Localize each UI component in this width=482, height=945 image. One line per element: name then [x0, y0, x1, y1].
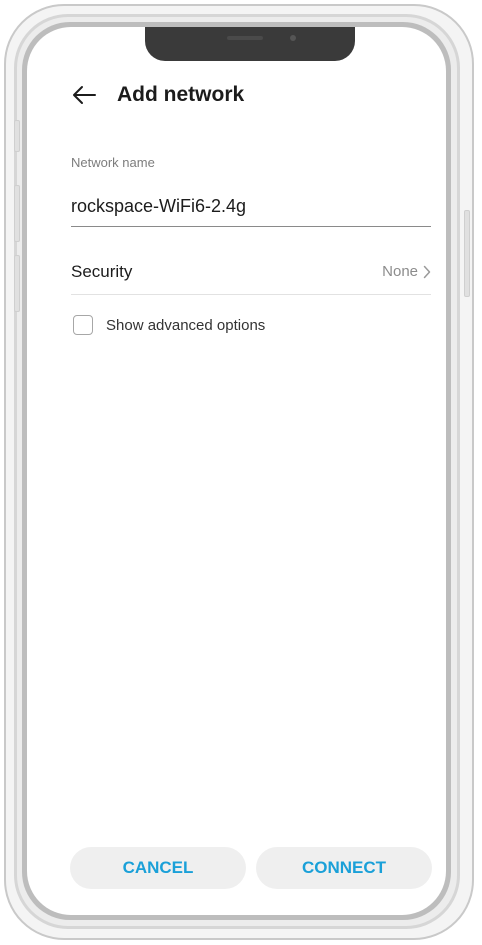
speaker-grille	[227, 36, 263, 40]
checkbox-unchecked-icon[interactable]	[73, 315, 93, 335]
security-value: None	[382, 263, 418, 280]
advanced-options-label: Show advanced options	[106, 316, 266, 334]
connect-button[interactable]: CONNECT	[256, 847, 432, 889]
page-title: Add network	[117, 83, 245, 106]
front-camera-icon	[290, 35, 296, 41]
notch	[145, 27, 355, 61]
network-name-input[interactable]	[71, 187, 431, 227]
phone-screen: Add network Network name Security None S…	[27, 27, 446, 915]
page-header: Add network	[71, 79, 244, 111]
volume-up-button	[14, 185, 20, 242]
power-button	[464, 210, 470, 297]
advanced-options-row[interactable]: Show advanced options	[73, 313, 265, 337]
volume-down-button	[14, 255, 20, 312]
security-value-group: None	[382, 263, 431, 280]
security-label: Security	[71, 261, 133, 281]
arrow-left-icon[interactable]	[71, 84, 97, 106]
cancel-button[interactable]: CANCEL	[70, 847, 246, 889]
mute-switch	[14, 120, 20, 152]
network-name-label: Network name	[71, 155, 155, 170]
chevron-right-icon	[423, 265, 431, 278]
security-row[interactable]: Security None	[71, 249, 431, 295]
